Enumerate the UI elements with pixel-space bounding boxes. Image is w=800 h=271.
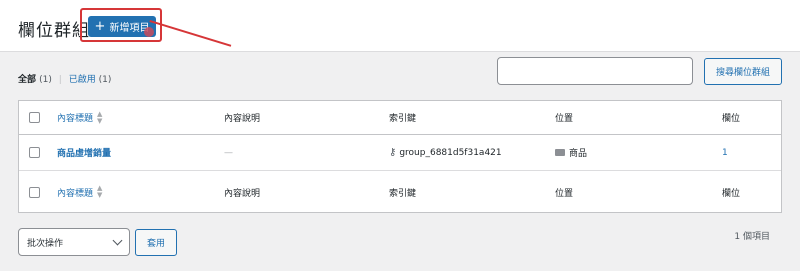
row-key-value: group_6881d5f31a421 [399, 147, 502, 158]
row-checkbox[interactable] [29, 147, 40, 158]
field-groups-table: 內容標題 ▲ ▼ 內容說明 索引鍵 位置 欄位 商品虛增銷量 — ⚷ group_68… [18, 100, 782, 213]
plus-icon: + [94, 19, 106, 34]
row-title-link[interactable]: 商品虛增銷量 [57, 135, 111, 170]
filter-active[interactable]: 已啟用 (1) [69, 75, 112, 85]
chevron-down-icon [112, 235, 123, 246]
sort-icon: ▲ ▼ [97, 184, 103, 199]
row-description: — [224, 147, 233, 158]
select-all-footer-checkbox[interactable] [29, 186, 40, 198]
column-fields-header: 欄位 [722, 114, 741, 124]
table-row: 商品虛增銷量 — ⚷ group_6881d5f31a421 商品 1 [19, 135, 781, 171]
key-icon: ⚷ [389, 147, 397, 158]
column-title-footer[interactable]: 內容標題 ▲ ▼ [57, 171, 102, 213]
filter-separator: | [58, 75, 62, 85]
row-fields-count[interactable]: 1 [722, 135, 728, 170]
column-location-footer: 位置 [555, 188, 574, 199]
row-select-cell [29, 135, 40, 170]
select-all-footer-cell [29, 171, 40, 213]
items-count: 1 個項目 [734, 232, 770, 242]
search-button[interactable]: 搜尋欄位群組 [704, 58, 782, 85]
column-key-footer: 索引鍵 [389, 188, 417, 199]
column-title-header[interactable]: 內容標題 ▲ ▼ [57, 101, 102, 134]
select-all-checkbox[interactable] [29, 112, 40, 123]
sort-icon: ▲ ▼ [97, 109, 103, 125]
row-key: ⚷ group_6881d5f31a421 [389, 135, 502, 170]
row-location-value: 商品 [569, 149, 588, 159]
column-fields-footer: 欄位 [722, 188, 741, 199]
bulk-actions-select[interactable]: 批次操作 [18, 228, 130, 256]
column-description-header: 內容說明 [224, 114, 261, 124]
filter-all[interactable]: 全部 (1) [18, 75, 52, 85]
search-input[interactable] [497, 57, 693, 85]
row-location: 商品 [555, 135, 587, 170]
bulk-actions-label: 批次操作 [27, 238, 64, 249]
cursor-pointer-icon [144, 27, 154, 37]
column-key-header: 索引鍵 [389, 114, 417, 124]
column-description-footer: 內容說明 [224, 188, 261, 199]
apply-button[interactable]: 套用 [135, 229, 177, 256]
filter-all-count: (1) [39, 75, 52, 85]
filter-active-count: (1) [98, 75, 112, 85]
status-filters: 全部 (1) | 已啟用 (1) [18, 72, 111, 85]
top-bar: 欄位群組 + 新增項目 [0, 0, 800, 52]
product-icon [555, 149, 565, 156]
select-all-cell [29, 101, 40, 134]
column-location-header: 位置 [555, 114, 574, 124]
table-header-row: 內容標題 ▲ ▼ 內容說明 索引鍵 位置 欄位 [19, 101, 781, 135]
table-footer-row: 內容標題 ▲ ▼ 內容說明 索引鍵 位置 欄位 [19, 171, 781, 213]
